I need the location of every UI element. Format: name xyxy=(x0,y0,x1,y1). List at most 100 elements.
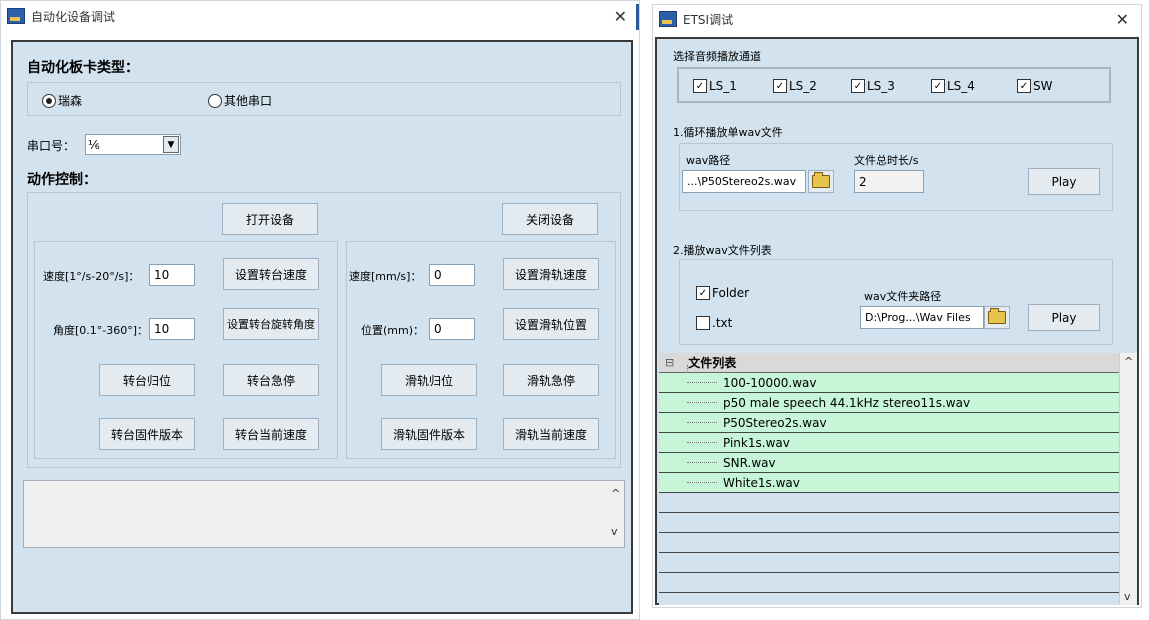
list-item[interactable]: P50Stereo2s.wav xyxy=(659,413,1137,433)
file-name: p50 male speech 44.1kHz stereo11s.wav xyxy=(723,395,971,410)
scroll-up-icon[interactable]: ^ xyxy=(1124,355,1133,368)
speed-deg-input[interactable]: 10 xyxy=(149,264,195,286)
section2-group: ✓ Folder .txt wav文件夹路径 D:\Prog...\Wav Fi… xyxy=(679,259,1113,345)
set-slide-position-button[interactable]: 设置滑轨位置 xyxy=(503,308,599,340)
folder-option[interactable]: ✓ Folder xyxy=(696,286,749,300)
file-name: Pink1s.wav xyxy=(723,435,790,450)
list-item[interactable]: SNR.wav xyxy=(659,453,1137,473)
right-close-button[interactable]: ✕ xyxy=(1116,10,1129,29)
left-titlebar: 自动化设备调试 ✕ xyxy=(1,1,639,31)
right-main-panel: 选择音频播放通道 ✓ LS_1 ✓ LS_2 ✓ LS_3 ✓ LS_4 ✓ S… xyxy=(655,37,1139,605)
channel-ls3[interactable]: ✓ LS_3 xyxy=(851,79,895,93)
position-label: 位置(mm)： xyxy=(361,324,425,337)
turntable-current-speed-button[interactable]: 转台当前速度 xyxy=(223,418,319,450)
checkbox-txt xyxy=(696,316,710,330)
channel-ls2[interactable]: ✓ LS_2 xyxy=(773,79,817,93)
radio-ruisen-label: 瑞森 xyxy=(58,94,83,108)
radio-other-indicator xyxy=(208,93,222,108)
empty-row xyxy=(659,513,1137,533)
channel-ls2-label: LS_2 xyxy=(789,79,817,93)
right-titlebar: ETSI调试 ✕ xyxy=(653,5,1141,33)
folder-option-label: Folder xyxy=(712,286,750,300)
slide-firmware-button[interactable]: 滑轨固件版本 xyxy=(381,418,477,450)
empty-row xyxy=(659,533,1137,553)
left-window-title: 自动化设备调试 xyxy=(31,9,116,24)
close-device-button[interactable]: 关闭设备 xyxy=(502,203,598,235)
play-single-button[interactable]: Play xyxy=(1028,168,1100,195)
play-list-button[interactable]: Play xyxy=(1028,304,1100,331)
list-item[interactable]: p50 male speech 44.1kHz stereo11s.wav xyxy=(659,393,1137,413)
channel-ls1[interactable]: ✓ LS_1 xyxy=(693,79,737,93)
tree-branch xyxy=(687,422,717,423)
log-textarea[interactable]: ^ v xyxy=(23,480,625,548)
app-icon xyxy=(659,11,677,27)
file-list-header-row[interactable]: ⊟ 文件列表 xyxy=(659,353,1137,373)
txt-option[interactable]: .txt xyxy=(696,316,732,330)
checkbox-ls1: ✓ xyxy=(693,79,707,93)
list-item[interactable]: White1s.wav xyxy=(659,473,1137,493)
speed-mm-input[interactable]: 0 xyxy=(429,264,475,286)
turntable-firmware-button[interactable]: 转台固件版本 xyxy=(99,418,195,450)
duration-label: 文件总时长/s xyxy=(854,154,919,167)
folder-path-label: wav文件夹路径 xyxy=(864,290,942,303)
serial-port-label: 串口号： xyxy=(27,138,76,153)
right-window-title: ETSI调试 xyxy=(683,12,734,27)
folder-open-icon xyxy=(988,308,1006,324)
file-list-scrollbar[interactable]: ^ v xyxy=(1119,353,1137,605)
board-type-heading: 自动化板卡类型： xyxy=(27,60,139,76)
duration-input[interactable]: 2 xyxy=(854,170,924,193)
position-input[interactable]: 0 xyxy=(429,318,475,340)
radio-ruisen[interactable]: 瑞森 xyxy=(42,92,82,109)
log-scrollbar[interactable]: ^ v xyxy=(608,481,624,547)
turntable-group: 速度[1°/s-20°/s]： 10 设置转台速度 角度[0.1°-360°]：… xyxy=(34,241,338,459)
action-control-heading: 动作控制： xyxy=(27,172,97,188)
list-item[interactable]: 100-10000.wav xyxy=(659,373,1137,393)
set-turntable-angle-button[interactable]: 设置转台旋转角度 xyxy=(223,308,319,340)
section1-group: wav路径 ...\P50Stereo2s.wav 文件总时长/s 2 Play xyxy=(679,143,1113,211)
channel-sw[interactable]: ✓ SW xyxy=(1017,79,1052,93)
browse-wav-button[interactable] xyxy=(808,170,834,193)
scroll-down-icon[interactable]: v xyxy=(1124,590,1131,603)
wav-path-input[interactable]: ...\P50Stereo2s.wav xyxy=(682,170,806,193)
serial-port-value: ⅙ xyxy=(88,137,100,152)
channel-ls3-label: LS_3 xyxy=(867,79,895,93)
checkbox-ls2: ✓ xyxy=(773,79,787,93)
left-close-button[interactable]: ✕ xyxy=(614,7,627,26)
angle-input[interactable]: 10 xyxy=(149,318,195,340)
folder-path-input[interactable]: D:\Prog...\Wav Files xyxy=(860,306,984,329)
file-list-tree: ⊟ 文件列表 100-10000.wav p50 male speech 44.… xyxy=(659,353,1137,605)
tree-toggle-icon[interactable]: ⊟ xyxy=(665,356,674,369)
set-slide-speed-button[interactable]: 设置滑轨速度 xyxy=(503,258,599,290)
checkbox-sw: ✓ xyxy=(1017,79,1031,93)
chevron-down-icon[interactable]: ▼ xyxy=(163,136,179,153)
scroll-up-icon[interactable]: ^ xyxy=(611,487,620,500)
txt-option-label: .txt xyxy=(712,316,733,330)
app-icon xyxy=(7,8,25,24)
section1-title: 1.循环播放单wav文件 xyxy=(673,126,783,139)
browse-folder-button[interactable] xyxy=(984,306,1010,329)
scroll-down-icon[interactable]: v xyxy=(611,525,618,538)
section2-title: 2.播放wav文件列表 xyxy=(673,244,772,257)
radio-ruisen-indicator xyxy=(42,93,56,108)
board-type-group: 瑞森 其他串口 xyxy=(27,82,621,116)
slide-home-button[interactable]: 滑轨归位 xyxy=(381,364,477,396)
empty-row xyxy=(659,553,1137,573)
checkbox-ls4: ✓ xyxy=(931,79,945,93)
slide-group: 速度[mm/s]： 0 设置滑轨速度 位置(mm)： 0 设置滑轨位置 滑轨归位… xyxy=(346,241,616,459)
set-turntable-speed-button[interactable]: 设置转台速度 xyxy=(223,258,319,290)
action-control-group: 打开设备 关闭设备 速度[1°/s-20°/s]： 10 设置转台速度 角度[0… xyxy=(27,192,621,468)
tree-branch xyxy=(687,462,717,463)
open-device-button[interactable]: 打开设备 xyxy=(222,203,318,235)
file-name: SNR.wav xyxy=(723,455,776,470)
channel-ls1-label: LS_1 xyxy=(709,79,737,93)
turntable-stop-button[interactable]: 转台急停 xyxy=(223,364,319,396)
slide-stop-button[interactable]: 滑轨急停 xyxy=(503,364,599,396)
serial-port-select[interactable]: ⅙ ▼ xyxy=(85,134,181,155)
radio-other[interactable]: 其他串口 xyxy=(208,92,272,109)
channel-ls4[interactable]: ✓ LS_4 xyxy=(931,79,975,93)
slide-current-speed-button[interactable]: 滑轨当前速度 xyxy=(503,418,599,450)
list-item[interactable]: Pink1s.wav xyxy=(659,433,1137,453)
right-window: ETSI调试 ✕ 选择音频播放通道 ✓ LS_1 ✓ LS_2 ✓ LS_3 ✓… xyxy=(652,4,1142,608)
turntable-home-button[interactable]: 转台归位 xyxy=(99,364,195,396)
tree-branch xyxy=(687,442,717,443)
